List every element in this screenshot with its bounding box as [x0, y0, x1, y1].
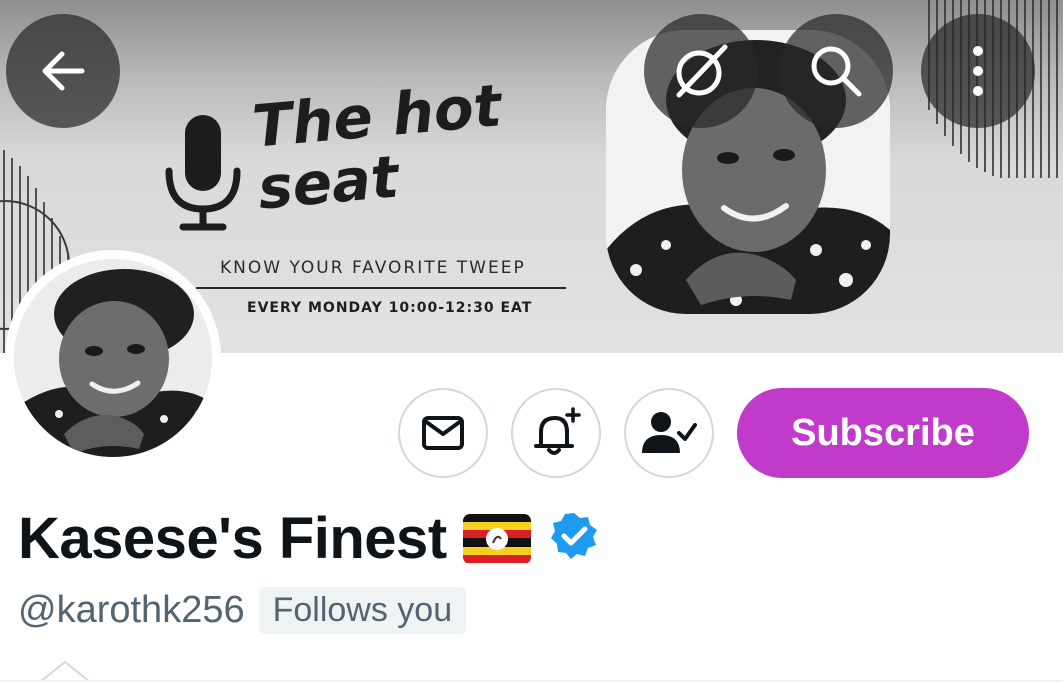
- display-name: Kasese's Finest: [18, 506, 447, 571]
- envelope-icon: [422, 416, 464, 450]
- back-button[interactable]: [6, 14, 120, 128]
- bell-plus-icon: [534, 407, 581, 455]
- notifications-button[interactable]: [511, 388, 601, 478]
- search-button[interactable]: [779, 14, 893, 128]
- banner-schedule: EVERY MONDAY 10:00-12:30 EAT: [247, 300, 533, 316]
- profile-name-row: Kasese's Finest: [18, 505, 599, 572]
- following-button[interactable]: [624, 388, 714, 478]
- person-check-icon: [642, 412, 697, 453]
- section-divider: [0, 680, 1063, 682]
- tooltip-caret: [40, 660, 90, 682]
- more-vertical-icon: [973, 46, 983, 96]
- avatar-photo: [14, 259, 212, 457]
- profile-avatar[interactable]: [5, 250, 221, 466]
- subscribe-button[interactable]: Subscribe: [737, 388, 1029, 478]
- microphone-icon: [163, 113, 243, 238]
- follows-you-badge: Follows you: [258, 587, 467, 634]
- grok-icon: [676, 44, 728, 98]
- profile-handle: @karothk256: [18, 589, 245, 631]
- message-button[interactable]: [398, 388, 488, 478]
- handle-row: @karothk256 Follows you: [18, 587, 467, 634]
- uganda-flag-emoji: [462, 513, 531, 564]
- banner-title: The hot seat: [249, 71, 504, 223]
- grok-button[interactable]: [644, 14, 758, 128]
- verified-badge-icon[interactable]: [549, 511, 599, 566]
- search-icon: [811, 46, 862, 97]
- banner-tagline: KNOW YOUR FAVORITE TWEEP: [220, 258, 526, 278]
- arrow-left-icon: [42, 51, 85, 91]
- more-options-button[interactable]: [921, 14, 1035, 128]
- banner-divider: [196, 287, 566, 289]
